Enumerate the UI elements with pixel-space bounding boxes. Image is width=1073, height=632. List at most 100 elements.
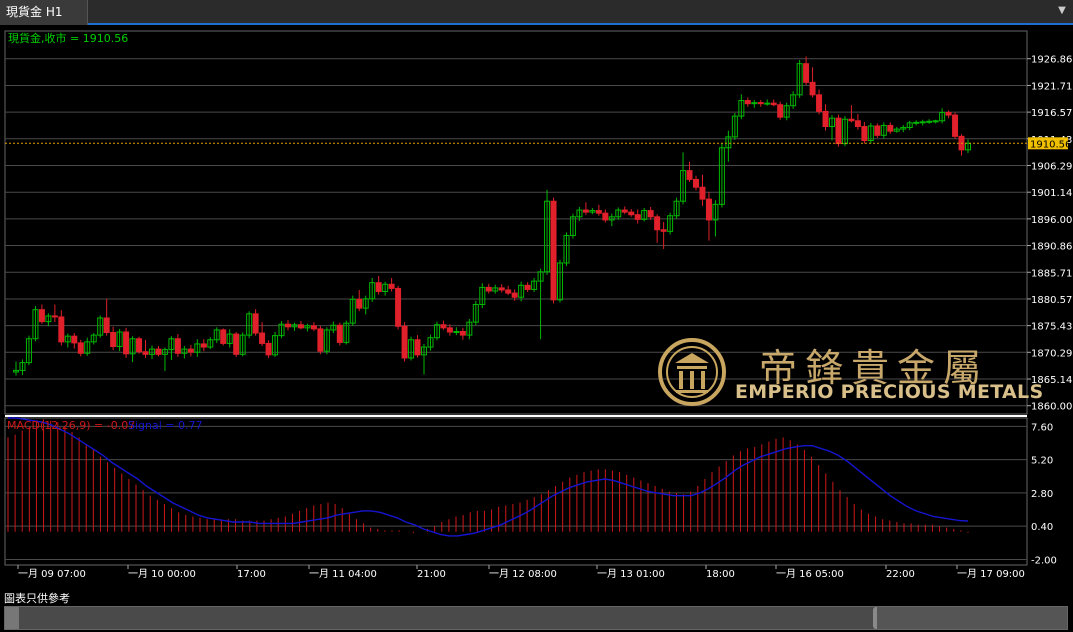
candle-body: [770, 102, 777, 106]
x-tick-label: 21:00: [417, 569, 446, 580]
emperio-seal-icon: [658, 338, 726, 406]
candle-body: [744, 100, 751, 105]
candle-body: [265, 342, 272, 356]
candle-body: [136, 338, 143, 353]
candle-body: [252, 313, 259, 334]
x-tick-label: 18:00: [706, 569, 735, 580]
x-tick-label: 一月 11 04:00: [309, 568, 377, 580]
candle-body: [952, 114, 959, 137]
x-tick-label: 17:00: [237, 569, 266, 580]
macd-pane-frame: [4, 417, 1028, 566]
x-tick-label: 一月 13 01:00: [597, 568, 665, 580]
candle-body: [505, 289, 512, 294]
candle-body: [414, 339, 421, 356]
candle-body: [110, 332, 117, 348]
macd-pane-title: MACD(12,26,9) = -0.07: [7, 419, 135, 432]
price-tick-label: 1860.00: [1031, 402, 1072, 413]
macd-tick-label: 2.80: [1031, 489, 1053, 500]
candle-body: [453, 330, 460, 333]
candle-body: [375, 282, 382, 293]
candle-body: [485, 286, 492, 292]
logo-brand-name: EMPERIO PRECIOUS METALS: [735, 381, 1044, 403]
candle-body: [932, 120, 939, 123]
candle-body: [757, 102, 764, 105]
scroll-left-handle[interactable]: [5, 607, 19, 629]
signal-pane-title: Signal = 0.77: [128, 419, 203, 432]
candle-body: [336, 324, 343, 343]
candle-body: [628, 211, 635, 216]
candle-body: [259, 332, 266, 344]
x-tick-label: 一月 09 07:00: [18, 568, 86, 580]
macd-tick-label: 0.40: [1031, 522, 1053, 533]
last-price-tag-label: 1910.56: [1030, 139, 1071, 150]
candle-body: [317, 328, 324, 352]
candle-body: [809, 81, 816, 96]
candle-body: [233, 333, 240, 355]
macd-tick-label: -2.00: [1031, 555, 1057, 566]
price-pane-title: 現貨金,收市 = 1910.56: [8, 31, 128, 45]
price-tick-label: 1880.57: [1031, 295, 1072, 306]
price-tick-label: 1870.29: [1031, 348, 1072, 359]
candle-body: [945, 111, 952, 116]
tab-bar: 現貨金 H1 ▼: [0, 0, 1073, 25]
candle-body: [874, 125, 881, 136]
candle-body: [602, 212, 609, 221]
candle-body: [686, 170, 693, 180]
chart-area[interactable]: 1926.861921.711916.571911.431906.291901.…: [0, 25, 1073, 605]
candle-body: [919, 121, 926, 124]
price-tick-label: 1901.14: [1031, 188, 1072, 199]
candle-body: [511, 292, 518, 298]
candle-body: [887, 124, 894, 132]
x-tick-label: 22:00: [886, 569, 915, 580]
macd-histogram: [7, 419, 969, 534]
price-tick-label: 1875.43: [1031, 322, 1072, 333]
candle-body: [440, 324, 447, 329]
tab-chart[interactable]: 現貨金 H1: [0, 0, 88, 25]
candle-body: [848, 118, 855, 122]
candle-body: [200, 343, 207, 348]
candle-body: [582, 209, 589, 213]
candle-body: [822, 110, 829, 127]
candle-body: [835, 117, 842, 145]
candle-body: [123, 331, 130, 355]
candle-body: [647, 210, 654, 218]
candle-body: [913, 121, 920, 124]
signal-line: [8, 417, 969, 537]
chart-scrollbar[interactable]: [4, 606, 1068, 630]
candle-body: [142, 351, 149, 355]
labels: 現貨金,收市 = 1910.56 MACD(12,26,9) = -0.07Sig…: [7, 31, 203, 432]
candle-body: [854, 120, 861, 127]
price-tick-label: 1916.57: [1031, 108, 1072, 119]
price-tick-label: 1926.86: [1031, 55, 1072, 66]
candle-body: [524, 284, 531, 290]
x-tick-label: 一月 12 08:00: [489, 568, 557, 580]
candle-body: [285, 323, 291, 328]
candle-body: [51, 315, 58, 318]
x-tick-label: 一月 10 00:00: [128, 568, 196, 580]
grid: [4, 30, 1028, 566]
candle-body: [459, 330, 466, 336]
candles: [5, 56, 1027, 376]
scroll-track-right[interactable]: [877, 607, 1067, 629]
price-tick-label: 1921.71: [1031, 81, 1072, 92]
candle-body: [926, 120, 933, 123]
macd-tick-label: 7.60: [1031, 422, 1053, 433]
x-tick-label: 一月 17 09:00: [957, 568, 1025, 580]
price-tick-label: 1906.29: [1031, 161, 1072, 172]
brand-logo: 帝鋒貴金屬 EMPERIO PRECIOUS METALS: [655, 335, 1043, 410]
candle-body: [401, 325, 408, 359]
candle-body: [38, 309, 45, 323]
candle-body: [356, 298, 363, 309]
candle-body: [595, 210, 602, 214]
candle-body: [395, 287, 402, 327]
chevron-down-icon[interactable]: ▼: [1055, 2, 1069, 20]
candle-body: [816, 94, 823, 112]
candle-body: [550, 200, 557, 301]
candle-body: [174, 338, 181, 354]
candle-body: [777, 104, 784, 118]
price-tick-label: 1890.86: [1031, 242, 1072, 253]
candle-body: [699, 186, 706, 200]
candle-body: [660, 229, 667, 232]
price-tick-label: 1885.71: [1031, 268, 1072, 279]
candle-body: [71, 335, 78, 344]
